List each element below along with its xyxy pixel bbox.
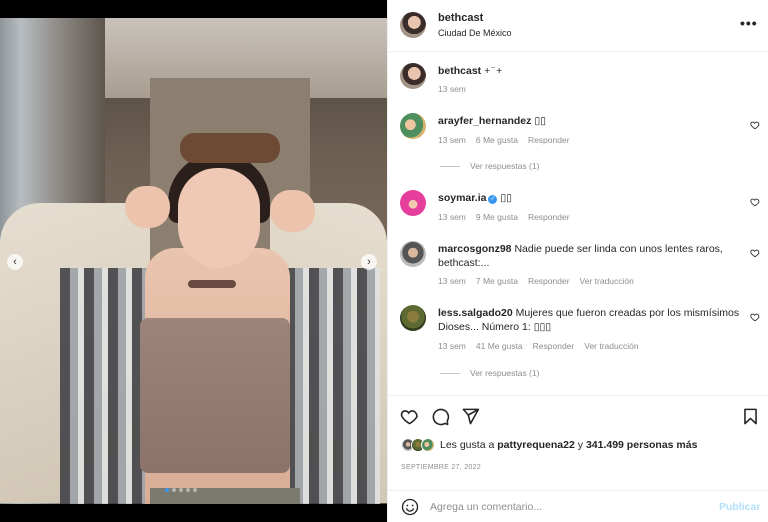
- comment-username[interactable]: arayfer_hernandez: [438, 115, 531, 127]
- heart-icon[interactable]: [400, 407, 419, 426]
- comment-avatar[interactable]: [400, 190, 426, 216]
- caption: bethcast + ̈ +: [438, 64, 502, 78]
- comment: soymar.ia ✓ ▯▯: [438, 191, 512, 205]
- comment-time[interactable]: 13 sem: [438, 135, 466, 145]
- next-image-button[interactable]: ›: [361, 254, 377, 270]
- comment-meta: 13 sem 41 Me gusta Responder Ver traducc…: [438, 341, 639, 351]
- more-options-icon[interactable]: •••: [740, 15, 758, 31]
- post-date[interactable]: SEPTIEMBRE 27, 2022: [401, 464, 481, 471]
- divider-line: [440, 372, 460, 374]
- carousel-dots: [165, 488, 197, 492]
- likes-count[interactable]: 341.499 personas más: [586, 439, 698, 451]
- carousel-dot: [179, 488, 183, 492]
- comment-username[interactable]: marcosgonz98: [438, 243, 512, 255]
- comment-username[interactable]: less.salgado20: [438, 307, 513, 319]
- like-comment-heart-icon[interactable]: [750, 120, 760, 130]
- caption-text: + ̈ +: [484, 65, 503, 77]
- post-actions: Les gusta a pattyrequena22 y 341.499 per…: [388, 395, 768, 490]
- view-replies-button[interactable]: Ver respuestas (1): [440, 368, 539, 378]
- comment-meta: 13 sem 6 Me gusta Responder: [438, 135, 570, 145]
- author-avatar[interactable]: [400, 12, 426, 38]
- comment-likes[interactable]: 7 Me gusta: [476, 276, 518, 286]
- author-username[interactable]: bethcast: [438, 12, 483, 24]
- instagram-post-modal: ‹ › bethcast Ciudad De México ••• bethca…: [0, 0, 768, 522]
- caption-username[interactable]: bethcast: [438, 65, 481, 77]
- reply-button[interactable]: Responder: [528, 135, 570, 145]
- view-replies-label: Ver respuestas (1): [470, 161, 540, 171]
- likes-middle: y: [574, 439, 586, 451]
- comment-icon[interactable]: [431, 407, 450, 426]
- likes-text: Les gusta a pattyrequena22 y 341.499 per…: [440, 439, 697, 451]
- liker-avatars: [401, 438, 435, 452]
- comment-time[interactable]: 13 sem: [438, 341, 466, 351]
- comment-meta: 13 sem 9 Me gusta Responder: [438, 212, 570, 222]
- comment-time[interactable]: 13 sem: [438, 276, 466, 286]
- like-comment-heart-icon[interactable]: [750, 312, 760, 322]
- comment-composer: Publicar: [388, 490, 768, 522]
- comment-likes[interactable]: 6 Me gusta: [476, 135, 518, 145]
- comment-avatar[interactable]: [400, 241, 426, 267]
- comment-username[interactable]: soymar.ia: [438, 192, 486, 204]
- publish-button[interactable]: Publicar: [719, 501, 760, 513]
- comment-time[interactable]: 13 sem: [438, 212, 466, 222]
- reply-button[interactable]: Responder: [528, 276, 570, 286]
- caption-meta: 13 sem: [438, 84, 466, 94]
- bookmark-icon[interactable]: [741, 407, 760, 426]
- carousel-dot: [165, 488, 169, 492]
- comment: arayfer_hernandez ▯▯: [438, 114, 546, 128]
- post-location[interactable]: Ciudad De México: [438, 28, 512, 38]
- comment: less.salgado20 Mujeres que fueron creada…: [438, 306, 743, 334]
- likes-summary: Les gusta a pattyrequena22 y 341.499 per…: [401, 438, 697, 452]
- divider-line: [440, 165, 460, 167]
- post-header: bethcast Ciudad De México •••: [388, 0, 768, 52]
- comment-avatar[interactable]: [400, 113, 426, 139]
- comment-input[interactable]: [430, 499, 700, 515]
- carousel-dot: [172, 488, 176, 492]
- reply-button[interactable]: Responder: [528, 212, 570, 222]
- comment-likes[interactable]: 41 Me gusta: [476, 341, 523, 351]
- comment-meta: 13 sem 7 Me gusta Responder Ver traducci…: [438, 276, 634, 286]
- post-media: ‹ ›: [0, 0, 387, 522]
- view-replies-button[interactable]: Ver respuestas (1): [440, 161, 539, 171]
- post-sidebar: bethcast Ciudad De México ••• bethcast +…: [387, 0, 768, 522]
- caption-avatar[interactable]: [400, 63, 426, 89]
- emoji-icon[interactable]: [401, 498, 419, 516]
- comment-text: ▯▯: [534, 115, 546, 127]
- share-icon[interactable]: [461, 407, 480, 426]
- caption-time[interactable]: 13 sem: [438, 84, 466, 94]
- reply-button[interactable]: Responder: [533, 341, 575, 351]
- likes-prefix: Les gusta a: [440, 439, 498, 451]
- post-photo: [0, 18, 387, 504]
- like-comment-heart-icon[interactable]: [750, 248, 760, 258]
- carousel-dot: [186, 488, 190, 492]
- comment-avatar[interactable]: [400, 305, 426, 331]
- carousel-dot: [193, 488, 197, 492]
- like-comment-heart-icon[interactable]: [750, 197, 760, 207]
- comment-text: ▯▯: [500, 192, 512, 204]
- view-replies-label: Ver respuestas (1): [470, 368, 540, 378]
- comment: marcosgonz98 Nadie puede ser linda con u…: [438, 242, 738, 270]
- previous-image-button[interactable]: ‹: [7, 254, 23, 270]
- translate-button[interactable]: Ver traducción: [584, 341, 638, 351]
- liker-avatar: [421, 438, 435, 452]
- comment-likes[interactable]: 9 Me gusta: [476, 212, 518, 222]
- translate-button[interactable]: Ver traducción: [580, 276, 634, 286]
- likes-user[interactable]: pattyrequena22: [497, 439, 575, 451]
- verified-badge-icon: ✓: [488, 195, 498, 204]
